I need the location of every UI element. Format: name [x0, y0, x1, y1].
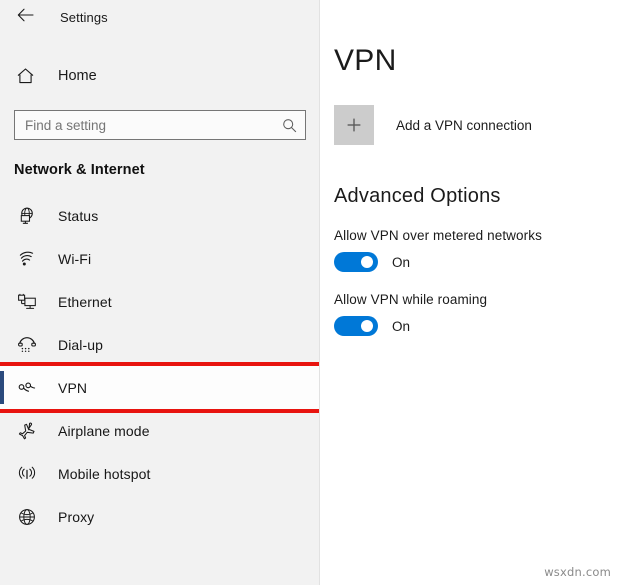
- selection-indicator: [0, 371, 4, 404]
- sidebar-nav: Status Wi-Fi Ethernet Dial-up VPN Airpla…: [0, 194, 324, 538]
- mobile-hotspot-icon: [16, 463, 38, 485]
- search-icon[interactable]: [282, 118, 297, 133]
- sidebar-item-dial-up-label: Dial-up: [58, 336, 104, 353]
- sidebar-item-vpn[interactable]: VPN: [0, 362, 324, 413]
- wifi-icon: [16, 248, 38, 270]
- sidebar-item-airplane-mode[interactable]: Airplane mode: [0, 409, 320, 452]
- vpn-icon: [16, 377, 38, 399]
- sidebar-item-home[interactable]: Home: [0, 58, 320, 94]
- content-pane: VPN Add a VPN connection Advanced Option…: [320, 0, 621, 585]
- status-globe-monitor-icon: [16, 205, 38, 227]
- toggle-knob: [361, 256, 373, 268]
- search-input[interactable]: [25, 117, 276, 133]
- airplane-icon: [16, 420, 38, 442]
- sidebar-item-proxy-label: Proxy: [58, 508, 95, 525]
- sidebar-item-airplane-mode-label: Airplane mode: [58, 422, 150, 439]
- sidebar-item-mobile-hotspot-label: Mobile hotspot: [58, 465, 151, 482]
- watermark: wsxdn.com: [544, 565, 611, 579]
- option-metered-networks-label: Allow VPN over metered networks: [334, 228, 542, 243]
- settings-window: Settings Home Network & Internet: [0, 0, 621, 585]
- proxy-globe-icon: [16, 506, 38, 528]
- sidebar-item-wi-fi[interactable]: Wi-Fi: [0, 237, 320, 280]
- option-metered-networks-row: On: [334, 252, 621, 272]
- option-metered-networks: Allow VPN over metered networks On: [334, 228, 621, 272]
- sidebar-item-ethernet[interactable]: Ethernet: [0, 280, 320, 323]
- toggle-allow-vpn-over-metered-networks-state: On: [392, 254, 411, 270]
- plus-icon: [334, 105, 374, 145]
- option-while-roaming-label: Allow VPN while roaming: [334, 292, 488, 307]
- sidebar-item-home-label: Home: [58, 68, 97, 84]
- toggle-allow-vpn-while-roaming-state: On: [392, 318, 411, 334]
- sidebar: Settings Home Network & Internet: [0, 0, 324, 585]
- add-vpn-connection-label: Add a VPN connection: [396, 117, 532, 133]
- dialup-phone-icon: [16, 334, 38, 356]
- option-while-roaming-row: On: [334, 316, 621, 336]
- add-vpn-connection-button[interactable]: Add a VPN connection: [334, 105, 549, 145]
- search-box[interactable]: [14, 110, 306, 140]
- toggle-allow-vpn-over-metered-networks[interactable]: [334, 252, 378, 272]
- advanced-options-heading: Advanced Options: [334, 185, 501, 207]
- page-title: VPN: [334, 44, 397, 77]
- sidebar-item-vpn-label: VPN: [58, 379, 88, 396]
- toggle-knob: [361, 320, 373, 332]
- sidebar-item-dial-up[interactable]: Dial-up: [0, 323, 320, 366]
- sidebar-item-wi-fi-label: Wi-Fi: [58, 250, 92, 267]
- back-button[interactable]: [12, 5, 38, 29]
- sidebar-item-mobile-hotspot[interactable]: Mobile hotspot: [0, 452, 320, 495]
- sidebar-item-status-label: Status: [58, 207, 99, 224]
- toggle-allow-vpn-while-roaming[interactable]: [334, 316, 378, 336]
- ethernet-icon: [16, 291, 38, 313]
- titlebar: Settings: [0, 0, 320, 34]
- option-while-roaming: Allow VPN while roaming On: [334, 292, 621, 336]
- sidebar-item-proxy[interactable]: Proxy: [0, 495, 320, 538]
- home-icon: [16, 67, 38, 85]
- back-arrow-icon: [17, 8, 34, 27]
- sidebar-item-ethernet-label: Ethernet: [58, 293, 112, 310]
- sidebar-section-title: Network & Internet: [14, 162, 145, 178]
- sidebar-item-status[interactable]: Status: [0, 194, 320, 237]
- window-title: Settings: [60, 9, 108, 25]
